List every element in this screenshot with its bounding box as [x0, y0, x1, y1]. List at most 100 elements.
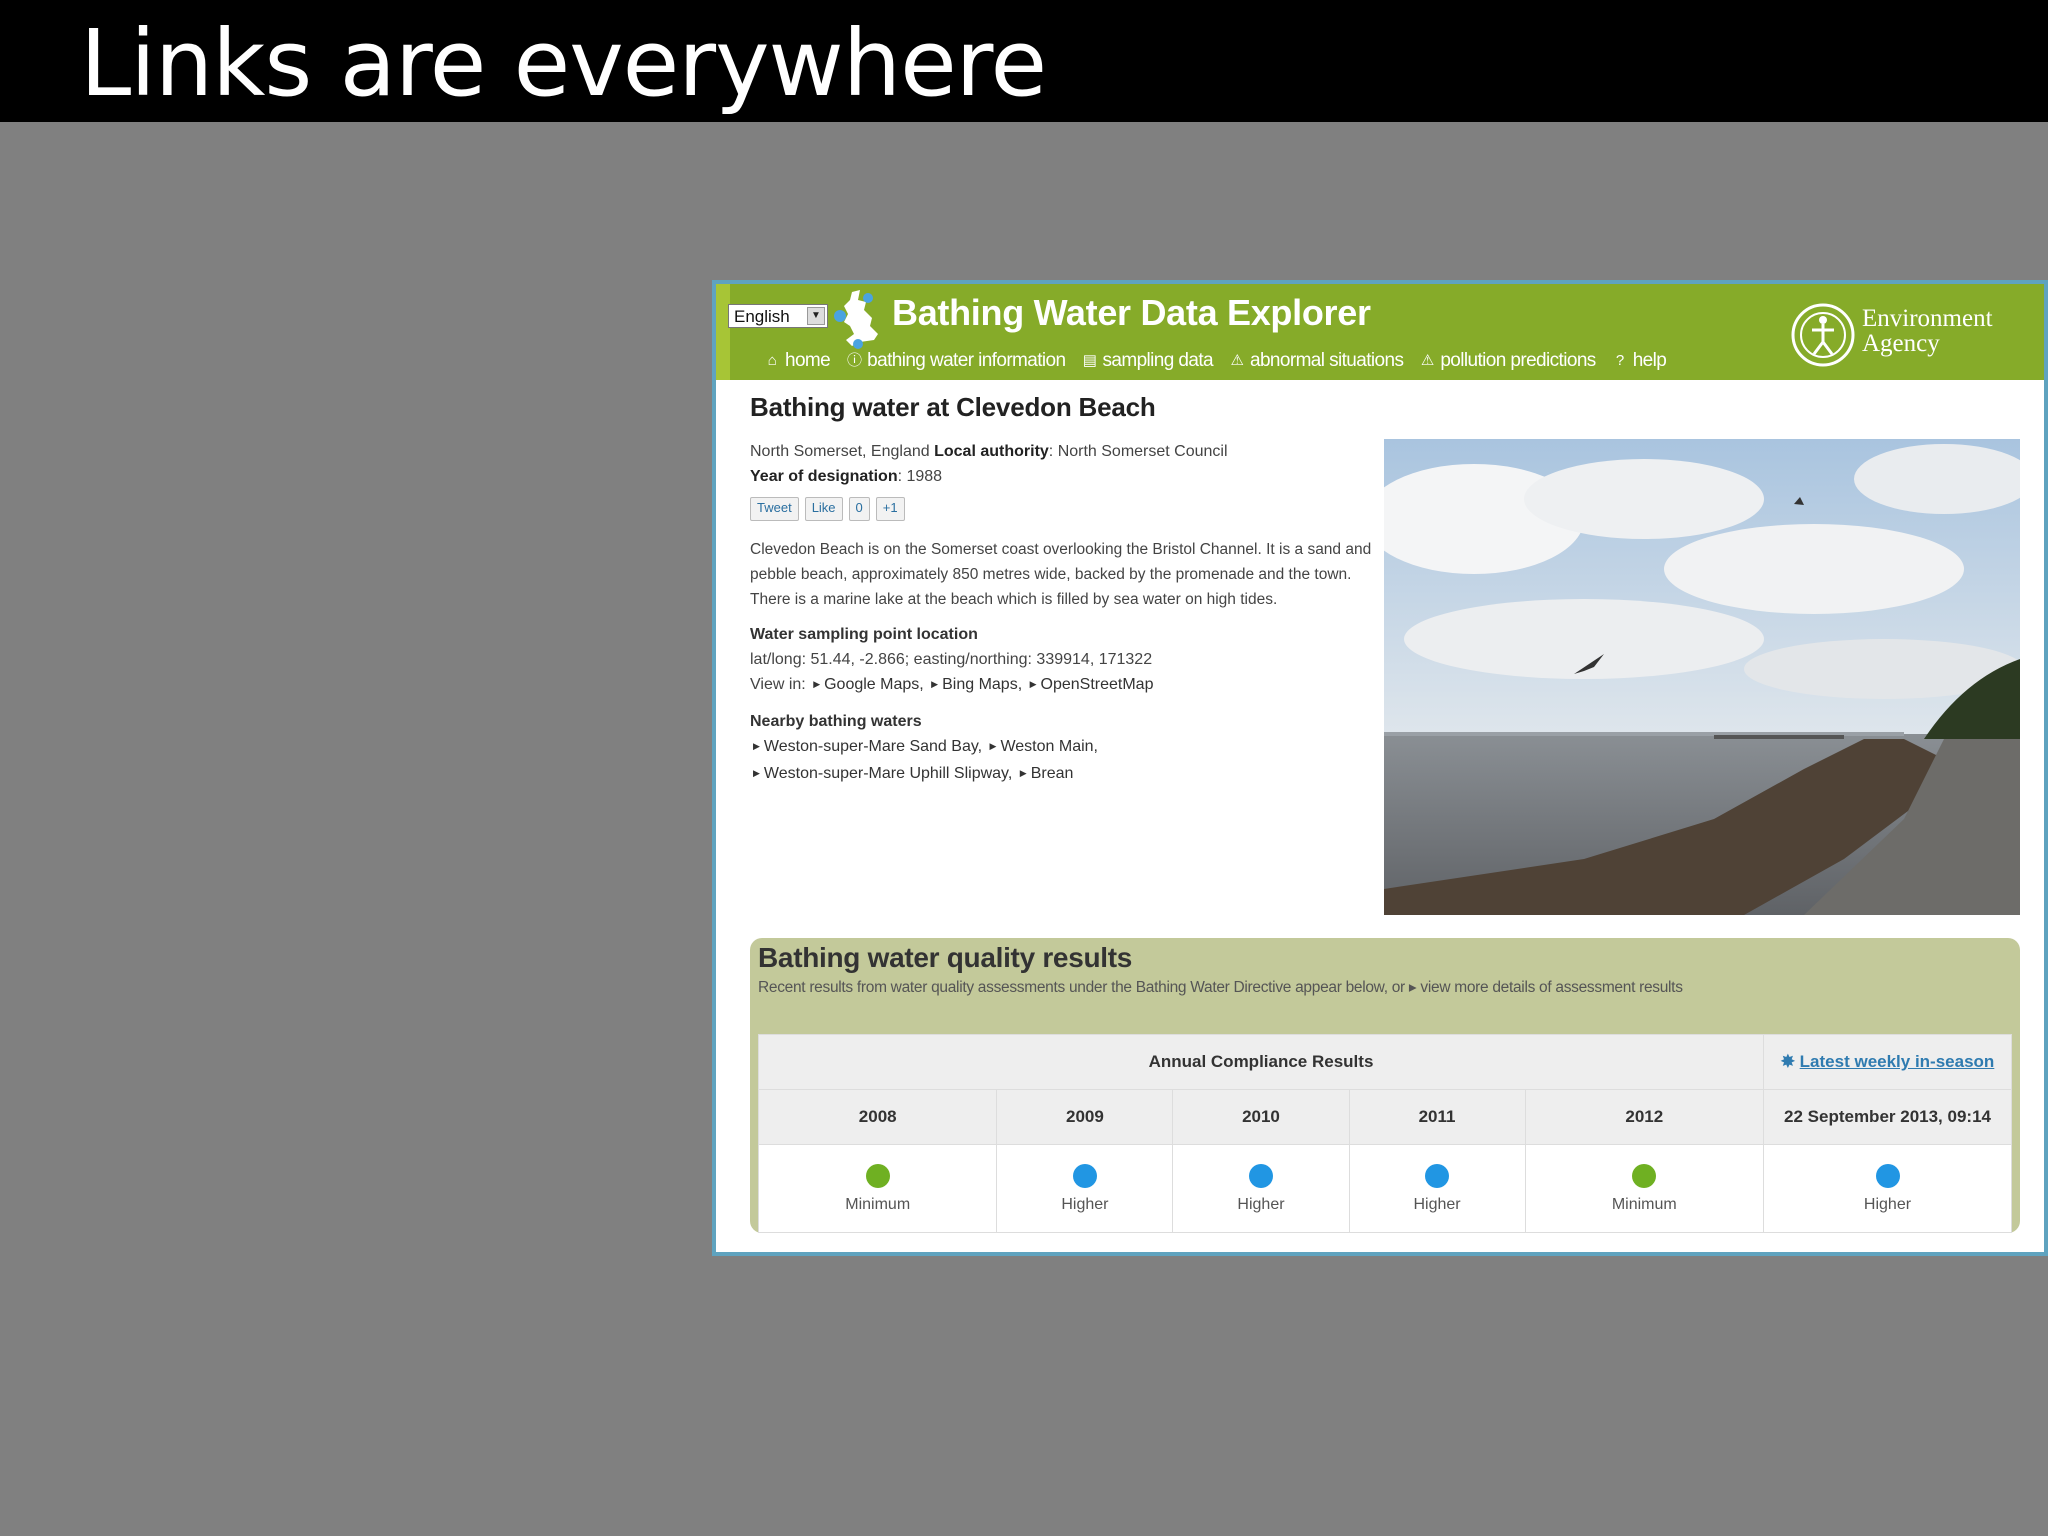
year-cell: 2011 — [1348, 1089, 1526, 1145]
slide-title-bar: Links are everywhere — [0, 0, 2048, 122]
nearby-link[interactable]: Brean — [1031, 765, 1074, 782]
result-label: Higher — [1863, 1195, 1912, 1213]
triangle-icon: ▶ — [813, 679, 821, 689]
results-heading: Bathing water quality results — [758, 942, 1133, 973]
uk-map-icon — [834, 290, 878, 349]
nav-label: help — [1632, 350, 1667, 371]
language-select[interactable]: English ▼ — [728, 304, 828, 328]
triangle-icon: ▶ — [753, 768, 760, 778]
nav-bathing-water-information[interactable]: ⓘ bathing water information — [846, 350, 1066, 372]
year-cell: 2008 — [757, 1089, 998, 1145]
tweet-button[interactable]: Tweet — [750, 497, 799, 521]
designation-label: Year of designation — [750, 468, 898, 485]
nav-label: abnormal situations — [1249, 350, 1404, 371]
status-dot — [1875, 1163, 1900, 1188]
like-count: 0 — [848, 497, 870, 521]
nav-pollution-predictions[interactable]: ⚠ pollution predictions — [1419, 350, 1596, 372]
language-value: English — [734, 307, 790, 326]
location-line: North Somerset, England Local authority:… — [750, 439, 1370, 464]
result-label: Higher — [1237, 1195, 1285, 1213]
status-dot — [1248, 1163, 1273, 1188]
table-header-row: Annual Compliance Results ✸ Latest weekl… — [758, 1034, 2012, 1090]
latest-weekly-link[interactable]: Latest weekly in-season — [1800, 1052, 1995, 1071]
result-cell: Higher — [1348, 1144, 1526, 1233]
description: Clevedon Beach is on the Somerset coast … — [750, 541, 1372, 608]
designation-line: Year of designation: 1988 — [750, 464, 1370, 489]
nav-label: pollution predictions — [1440, 350, 1596, 371]
logo-line-1: Environment — [1862, 305, 1993, 332]
nav-label: home — [785, 350, 831, 371]
warning-icon: ⚠ — [1230, 352, 1244, 369]
facebook-like-button[interactable]: Like — [804, 497, 843, 521]
result-cell: Minimum — [1524, 1144, 1765, 1233]
warning-icon: ⚠ — [1420, 352, 1434, 369]
nav-abnormal-situations[interactable]: ⚠ abnormal situations — [1229, 350, 1404, 372]
results-subtext[interactable]: Recent results from water quality assess… — [758, 978, 1683, 997]
result-cell: Higher — [996, 1144, 1174, 1233]
openstreetmap-link[interactable]: OpenStreetMap — [1041, 676, 1154, 693]
logo-line-2: Agency — [1862, 330, 1940, 357]
local-authority-label: Local authority — [934, 443, 1049, 460]
result-label: Minimum — [1611, 1195, 1677, 1213]
nearby-link[interactable]: Weston Main, — [1000, 738, 1098, 755]
nearby-line-2: ▶ Weston-super-Mare Uphill Slipway, ▶ Brea… — [750, 761, 1370, 788]
sampling-heading: Water sampling point location — [750, 626, 978, 643]
google-plus-button[interactable]: +1 — [875, 497, 905, 521]
annual-compliance-header: Annual Compliance Results — [758, 1034, 1764, 1090]
status-dot — [1425, 1163, 1450, 1188]
location: North Somerset, England — [750, 443, 930, 460]
local-authority: : North Somerset Council — [1048, 443, 1228, 460]
header-accent-strip — [716, 284, 730, 380]
status-dot — [1072, 1163, 1097, 1188]
latest-weekly-cell: ✸ Latest weekly in-season — [1763, 1034, 2012, 1090]
year-cell: 2012 — [1524, 1089, 1765, 1145]
result-cell: Minimum — [757, 1144, 998, 1233]
bing-maps-link[interactable]: Bing Maps, — [942, 676, 1022, 693]
result-cell: Higher — [1763, 1144, 2012, 1233]
slide-title: Links are everywhere — [80, 10, 1047, 117]
result-cell: Higher — [1172, 1144, 1350, 1233]
home-icon: ⌂ — [767, 352, 777, 369]
social-buttons: Tweet Like 0 +1 — [750, 497, 1370, 521]
status-dot — [1632, 1163, 1657, 1188]
lat-long: lat/long: 51.44, -2.866; easting/northin… — [750, 651, 1153, 668]
website-screenshot: English ▼ Bathing Water Data Explorer ⌂ h… — [712, 280, 2048, 1256]
nearby-link[interactable]: Weston-super-Mare Uphill Slipway, — [764, 765, 1012, 782]
triangle-icon: ▶ — [1029, 679, 1037, 689]
latest-date-cell: 22 September 2013, 09:14 — [1763, 1089, 2012, 1145]
help-icon: ? — [1615, 352, 1624, 369]
quality-results-panel: Bathing water quality results Recent res… — [750, 938, 2020, 1233]
triangle-icon: ▶ — [753, 741, 760, 751]
nav-label: sampling data — [1102, 350, 1213, 371]
table-row: 2008 2009 2010 2011 2012 22 September 20… — [757, 1089, 2012, 1145]
year-cell: 2010 — [1172, 1089, 1350, 1145]
nav-label: bathing water information — [867, 350, 1066, 371]
dropdown-caret-icon[interactable]: ▼ — [807, 307, 825, 325]
share-icon: ✸ — [1780, 1052, 1795, 1071]
status-dot — [865, 1163, 890, 1188]
main-nav: ⌂ home ⓘ bathing water information ▤ sampli… — [764, 350, 1667, 372]
environment-agency-logo-icon[interactable] — [1790, 302, 1856, 368]
nearby-line-1: ▶ Weston-super-Mare Sand Bay, ▶ Weston Mai… — [750, 734, 1370, 761]
nav-help[interactable]: ? help — [1612, 350, 1667, 372]
nearby-link[interactable]: Weston-super-Mare Sand Bay, — [764, 738, 982, 755]
nav-home[interactable]: ⌂ home — [764, 350, 831, 372]
designation-year: : 1988 — [897, 468, 943, 485]
year-cell: 2009 — [996, 1089, 1174, 1145]
nearby-heading: Nearby bathing waters — [750, 713, 922, 730]
compliance-table: Annual Compliance Results ✸ Latest weekl… — [757, 1034, 2012, 1233]
page-heading: Bathing water at Clevedon Beach — [750, 392, 1156, 422]
triangle-icon: ▶ — [989, 741, 997, 751]
view-in-label: View in: — [750, 676, 806, 693]
nav-sampling-data[interactable]: ▤ sampling data — [1081, 350, 1214, 372]
beach-photo — [1384, 439, 2020, 915]
result-label: Higher — [1061, 1195, 1109, 1213]
triangle-icon: ▶ — [931, 679, 939, 689]
result-label: Higher — [1413, 1195, 1461, 1213]
environment-agency-text: Environment Agency — [1862, 306, 1993, 356]
google-maps-link[interactable]: Google Maps, — [824, 676, 924, 693]
triangle-icon: ▶ — [1019, 768, 1027, 778]
info-icon: ⓘ — [846, 352, 862, 369]
table-row: Minimum Higher Higher Higher Minimum Hig… — [757, 1144, 2012, 1233]
result-label: Minimum — [845, 1195, 911, 1213]
